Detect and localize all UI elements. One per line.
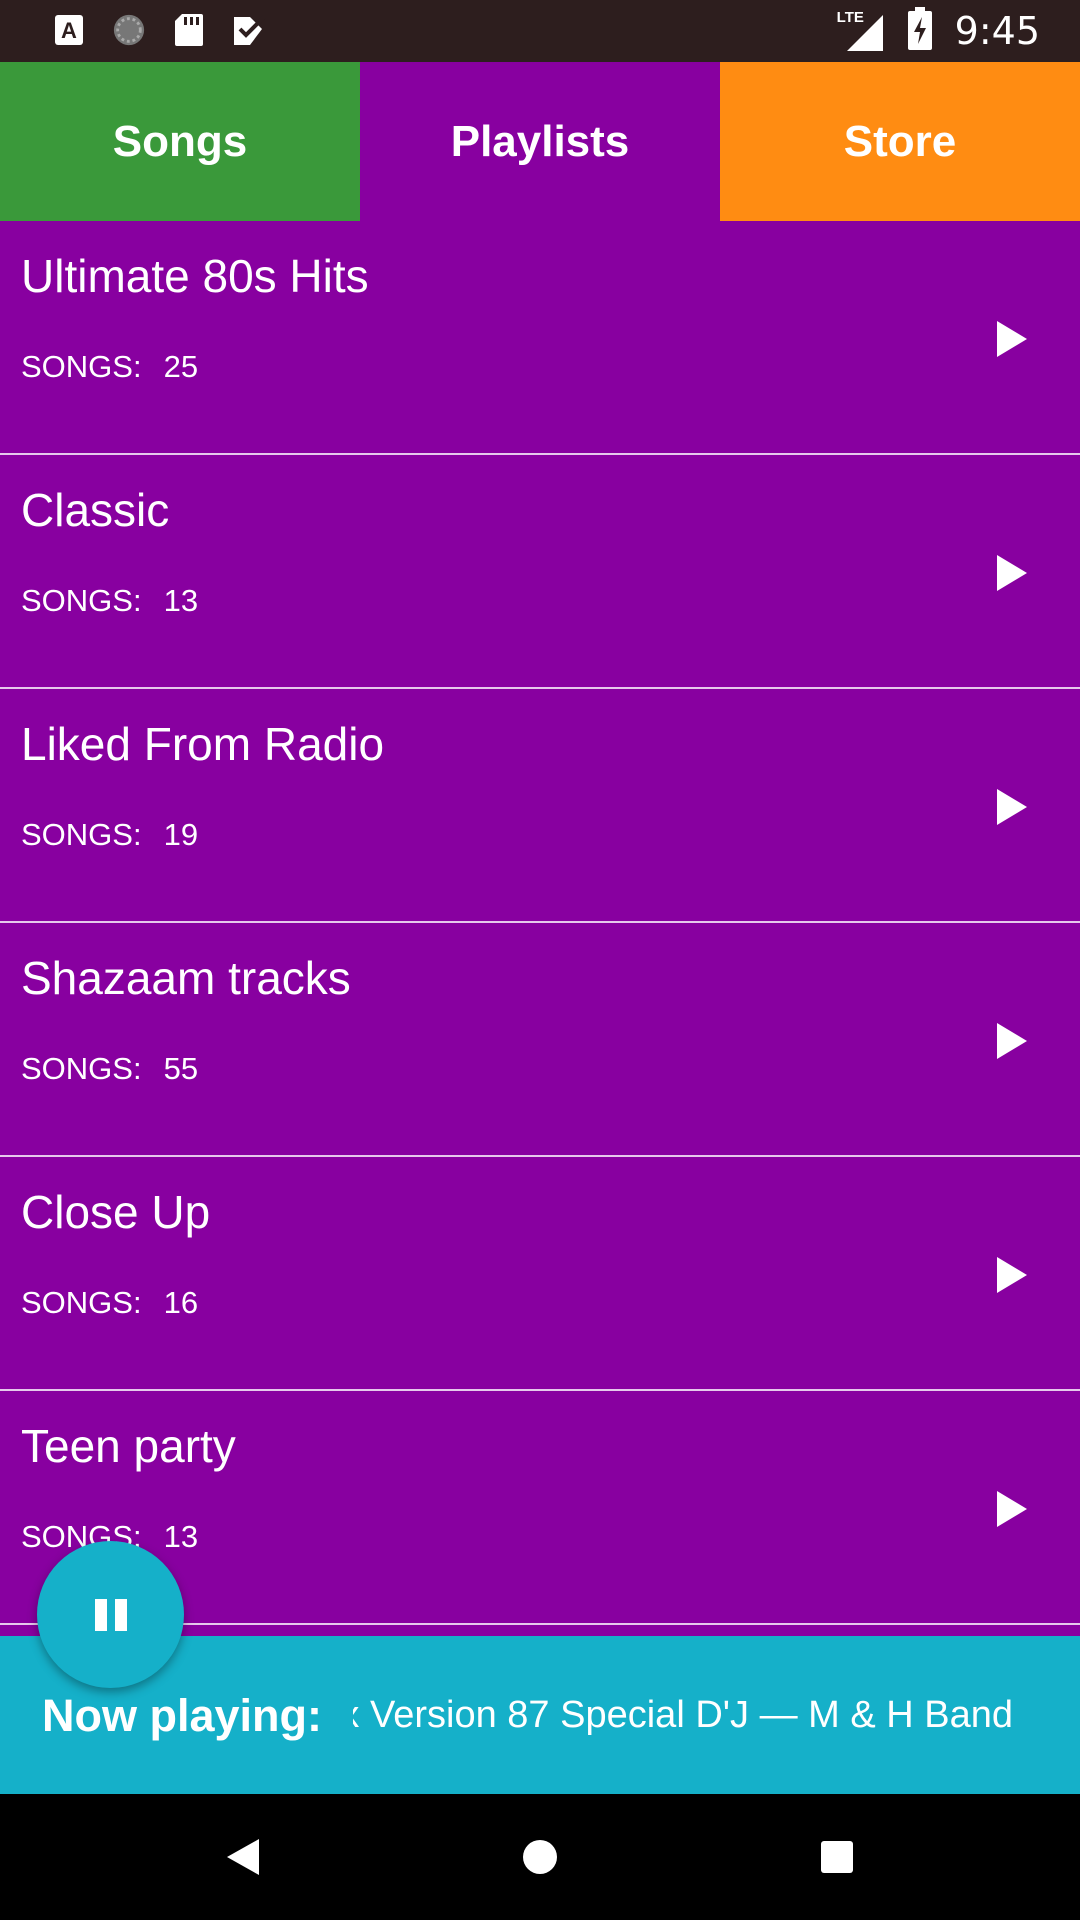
play-icon [997,555,1027,591]
songs-label: SONGS: [21,349,142,384]
songs-count: 19 [163,817,199,852]
play-button[interactable] [984,311,1040,367]
notification-icons: A [52,12,266,48]
songs-label: SONGS: [21,1285,142,1320]
playlist-title: Classic [21,484,170,536]
tab-songs[interactable]: Songs [0,62,360,221]
tab-bar: Songs Playlists Store [0,62,1080,221]
playlist-item[interactable]: Liked From Radio SONGS: 19 [0,689,1080,923]
tab-playlists-label: Playlists [450,116,630,166]
songs-count: 55 [163,1051,199,1086]
playlist-list: Ultimate 80s Hits SONGS: 25 Classic SONGS… [0,221,1080,1625]
back-icon [227,1839,259,1875]
play-icon [997,1023,1027,1059]
playlist-item[interactable]: Ultimate 80s Hits SONGS: 25 [0,221,1080,455]
playlist-title: Shazaam tracks [21,952,351,1004]
playlist-item[interactable]: Close Up SONGS: 16 [0,1157,1080,1391]
playlist-song-count: SONGS: 25 [21,349,198,385]
play-icon [997,789,1027,825]
tab-store-label: Store [843,116,957,166]
songs-count: 13 [163,1519,199,1554]
songs-label: SONGS: [21,817,142,852]
playlist-song-count: SONGS: 13 [21,583,198,619]
now-playing-label: Now playing: [42,1690,322,1741]
pause-button[interactable] [37,1541,184,1688]
pause-icon [94,1598,127,1631]
play-icon [997,1257,1027,1293]
playlist-song-count: SONGS: 55 [21,1051,198,1087]
play-button[interactable] [984,1013,1040,1069]
songs-label: SONGS: [21,583,142,618]
songs-count: 13 [163,583,199,618]
svg-text:A: A [61,18,77,43]
sync-icon [112,12,146,48]
now-playing-track: nix Version 87 Special D'J — M & H Band [353,1694,1013,1736]
play-button[interactable] [984,1247,1040,1303]
play-button[interactable] [984,1481,1040,1537]
signal-icon: LTE [837,9,885,53]
tab-songs-label: Songs [112,116,248,166]
playlist-song-count: SONGS: 16 [21,1285,198,1321]
recents-button[interactable] [812,1832,862,1882]
songs-label: SONGS: [21,1051,142,1086]
play-button[interactable] [984,779,1040,835]
songs-count: 16 [163,1285,199,1320]
playlist-item[interactable]: Classic SONGS: 13 [0,455,1080,689]
play-icon [997,321,1027,357]
status-bar: A LTE 9:45 [0,0,1080,62]
playlist-title: Teen party [21,1420,236,1472]
tab-playlists[interactable]: Playlists [360,62,720,221]
home-button[interactable] [515,1832,565,1882]
system-nav-bar [0,1794,1080,1920]
play-button[interactable] [984,545,1040,601]
playlist-title: Close Up [21,1186,211,1238]
battery-charging-icon [907,6,933,56]
check-app-icon [232,12,266,48]
playlist-item[interactable]: Shazaam tracks SONGS: 55 [0,923,1080,1157]
playlist-song-count: SONGS: 19 [21,817,198,853]
songs-count: 25 [163,349,199,384]
playlist-title: Liked From Radio [21,718,385,770]
system-indicators: LTE 9:45 [837,6,1040,56]
back-button[interactable] [218,1832,268,1882]
clock: 9:45 [954,9,1040,53]
recents-icon [821,1841,853,1873]
home-icon [523,1840,557,1874]
play-icon [997,1491,1027,1527]
tab-store[interactable]: Store [720,62,1080,221]
sd-card-icon [172,12,206,48]
a-notification-icon: A [52,12,86,48]
playlist-title: Ultimate 80s Hits [21,250,369,302]
now-playing-track-marquee: nix Version 87 Special D'J — M & H Band [353,1694,1013,1750]
